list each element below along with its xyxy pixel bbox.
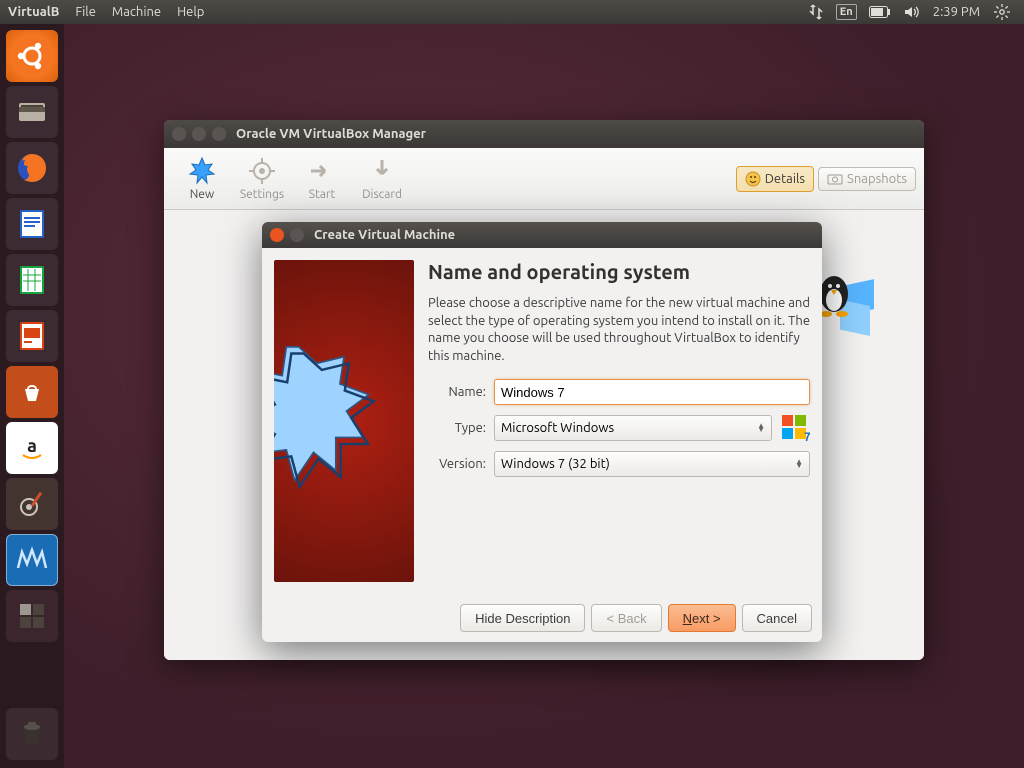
close-icon[interactable] (270, 228, 284, 242)
files-icon[interactable] (6, 86, 58, 138)
dash-icon[interactable] (6, 30, 58, 82)
virtualbox-icon[interactable] (6, 534, 58, 586)
start-button: Start (292, 156, 352, 201)
type-select[interactable]: Microsoft Windows ▲▼ (494, 415, 772, 441)
launcher: a (0, 24, 64, 768)
firefox-icon[interactable] (6, 142, 58, 194)
window-titlebar[interactable]: Oracle VM VirtualBox Manager (164, 120, 924, 148)
calc-icon[interactable] (6, 254, 58, 306)
discard-button: Discard (352, 156, 412, 201)
wizard-heading: Name and operating system (428, 260, 810, 283)
chevron-spinner-icon: ▲▼ (757, 424, 765, 432)
hide-description-button[interactable]: Hide Description (460, 604, 585, 632)
app-title: VirtualB (8, 5, 59, 19)
minimize-icon[interactable] (290, 228, 304, 242)
toolbar: New Settings Start Discard Details Snaps… (164, 148, 924, 210)
name-input[interactable] (494, 379, 810, 405)
dialog-title: Create Virtual Machine (314, 228, 455, 242)
trash-icon[interactable] (6, 708, 58, 760)
writer-icon[interactable] (6, 198, 58, 250)
svg-text:7: 7 (804, 431, 810, 443)
create-vm-dialog: Create Virtual Machine Name and operatin… (262, 222, 822, 642)
gear-indicator-icon[interactable] (994, 0, 1010, 24)
wizard-sidebar-image (274, 260, 414, 582)
sound-indicator-icon[interactable] (903, 0, 919, 24)
battery-indicator-icon[interactable] (869, 0, 891, 24)
dialog-titlebar[interactable]: Create Virtual Machine (262, 222, 822, 248)
chevron-spinner-icon: ▲▼ (795, 460, 803, 468)
settings-button: Settings (232, 156, 292, 201)
workspaces-icon[interactable] (6, 590, 58, 642)
name-label: Name: (428, 385, 486, 399)
new-button[interactable]: New (172, 156, 232, 201)
menu-file[interactable]: File (75, 5, 96, 19)
camera-icon (827, 173, 843, 185)
menu-machine[interactable]: Machine (112, 5, 161, 19)
wizard-footer: Hide Description < Back Next > Cancel (262, 594, 822, 642)
minimize-icon[interactable] (192, 127, 206, 141)
wizard-description: Please choose a descriptive name for the… (428, 295, 810, 365)
menu-help[interactable]: Help (177, 5, 204, 19)
software-center-icon[interactable] (6, 366, 58, 418)
version-select[interactable]: Windows 7 (32 bit) ▲▼ (494, 451, 810, 477)
clock[interactable]: 2:39 PM (933, 5, 980, 19)
settings-icon[interactable] (6, 478, 58, 530)
version-label: Version: (428, 457, 486, 471)
snapshots-tab[interactable]: Snapshots (818, 167, 916, 191)
network-indicator-icon[interactable] (808, 0, 824, 24)
details-tab[interactable]: Details (736, 166, 814, 192)
details-icon (745, 171, 761, 187)
amazon-icon[interactable]: a (6, 422, 58, 474)
back-button: < Back (591, 604, 661, 632)
maximize-icon[interactable] (212, 127, 226, 141)
os-icon: 7 (780, 413, 810, 443)
window-title: Oracle VM VirtualBox Manager (236, 127, 426, 141)
close-icon[interactable] (172, 127, 186, 141)
next-button[interactable]: Next > (668, 604, 736, 632)
keyboard-indicator[interactable]: En (836, 4, 857, 20)
impress-icon[interactable] (6, 310, 58, 362)
svg-text:a: a (27, 436, 37, 456)
top-menu-bar: VirtualB File Machine Help En 2:39 PM (0, 0, 1024, 24)
cancel-button[interactable]: Cancel (742, 604, 812, 632)
type-label: Type: (428, 421, 486, 435)
